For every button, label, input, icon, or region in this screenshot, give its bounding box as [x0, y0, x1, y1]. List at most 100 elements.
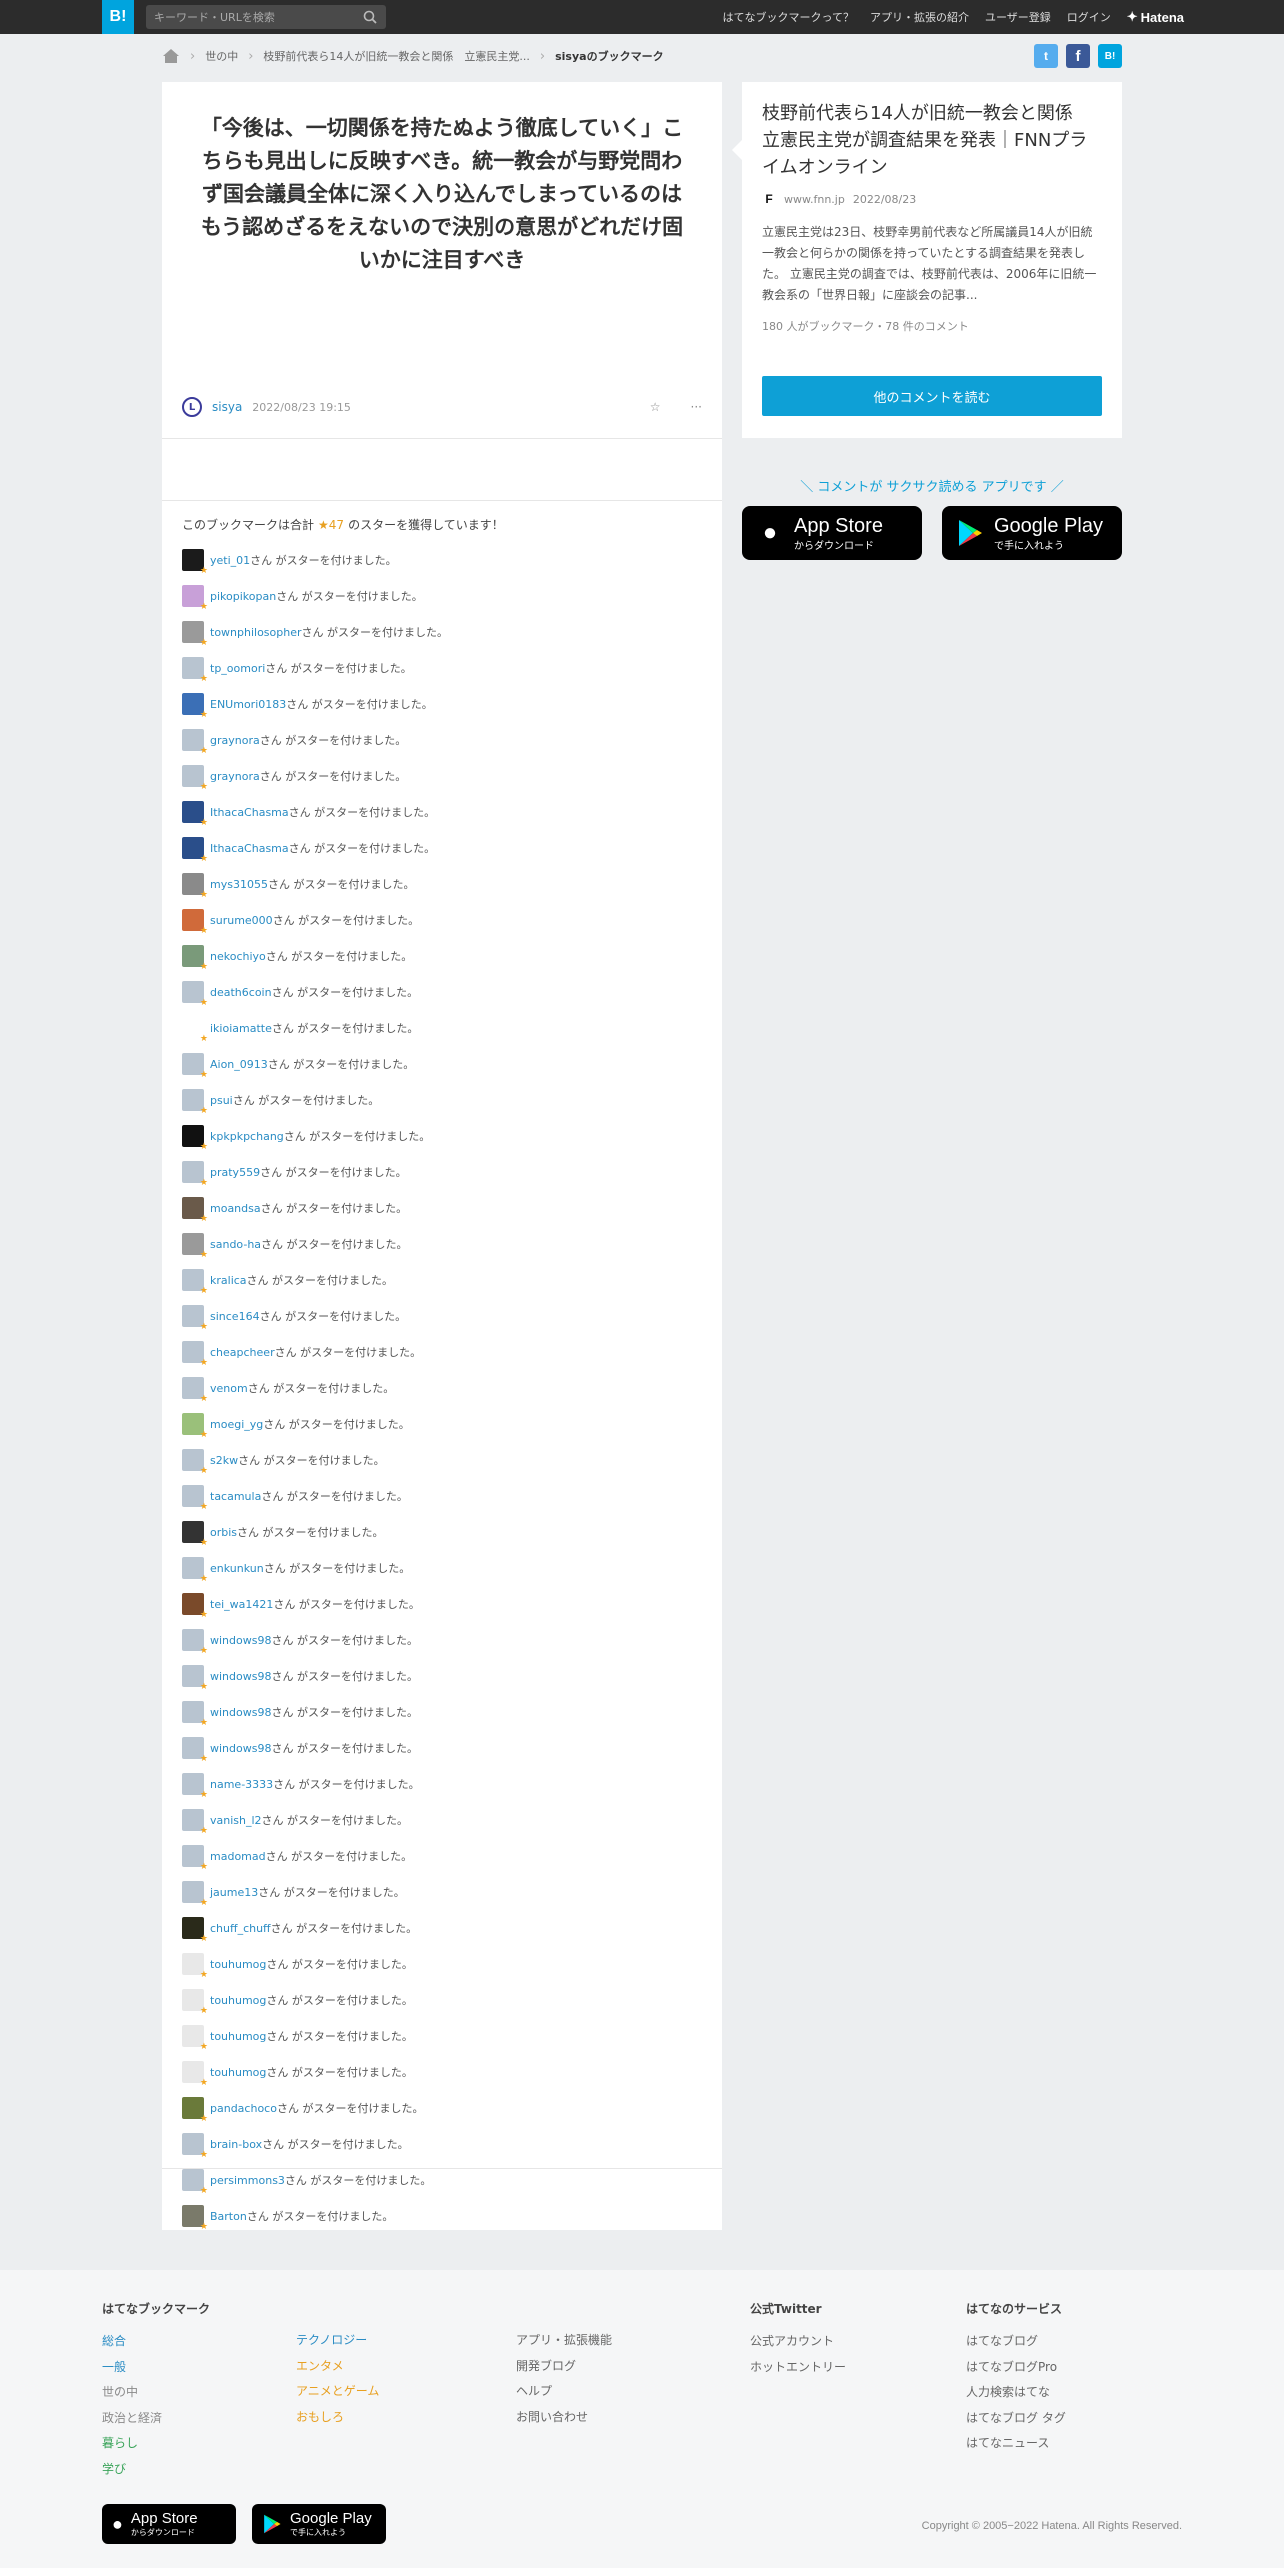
search-box[interactable]	[146, 5, 386, 29]
footer-link[interactable]: ホットエントリー	[750, 2355, 846, 2381]
star-user-link[interactable]: windows98	[210, 1634, 271, 1647]
footer-link[interactable]: アニメとゲーム	[296, 2379, 379, 2405]
star-user-link[interactable]: ikioiamatte	[210, 1022, 272, 1035]
star-user-link[interactable]: touhumog	[210, 2030, 266, 2043]
avatar[interactable]	[182, 1557, 208, 1584]
footer-link[interactable]: ヘルプ	[516, 2379, 612, 2405]
app-store-button[interactable]: ● App Store からダウンロード	[742, 506, 922, 560]
avatar[interactable]	[182, 1953, 208, 1980]
star-user-link[interactable]: surume000	[210, 914, 273, 927]
star-user-link[interactable]: ENUmori0183	[210, 698, 286, 711]
avatar[interactable]	[182, 2133, 208, 2160]
star-user-link[interactable]: orbis	[210, 1526, 237, 1539]
star-user-link[interactable]: graynora	[210, 770, 260, 783]
search-icon[interactable]	[362, 9, 378, 25]
footer-link[interactable]: 暮らし	[102, 2431, 210, 2457]
star-user-link[interactable]: tp_oomori	[210, 662, 265, 675]
star-user-link[interactable]: pandachoco	[210, 2102, 277, 2115]
avatar[interactable]	[182, 1737, 208, 1764]
avatar[interactable]	[182, 657, 208, 684]
star-user-link[interactable]: brain-box	[210, 2138, 262, 2151]
star-user-link[interactable]: death6coin	[210, 986, 272, 999]
star-user-link[interactable]: psui	[210, 1094, 233, 1107]
footer-link[interactable]: 公式アカウント	[750, 2329, 846, 2355]
avatar[interactable]	[182, 1341, 208, 1368]
star-user-link[interactable]: since164	[210, 1310, 260, 1323]
footer-app-store-button[interactable]: ● App Store からダウンロード	[102, 2504, 236, 2544]
avatar[interactable]	[182, 837, 208, 864]
footer-link[interactable]: 学び	[102, 2457, 210, 2483]
avatar[interactable]	[182, 2097, 208, 2124]
avatar[interactable]	[182, 1989, 208, 2016]
star-user-link[interactable]: mys31055	[210, 878, 268, 891]
search-input[interactable]	[154, 10, 362, 24]
star-user-link[interactable]: name-3333	[210, 1778, 273, 1791]
avatar[interactable]	[182, 1845, 208, 1872]
footer-link[interactable]: 総合	[102, 2329, 210, 2355]
star-user-link[interactable]: Barton	[210, 2210, 247, 2223]
star-user-link[interactable]: yeti_01	[210, 554, 250, 567]
breadcrumb-entry[interactable]: 枝野前代表ら14人が旧統一教会と関係 立憲民主党...	[263, 48, 530, 64]
footer-google-play-button[interactable]: Google Play で手に入れよう	[252, 2504, 386, 2544]
footer-link[interactable]: 世の中	[102, 2380, 210, 2406]
avatar[interactable]	[182, 2061, 208, 2088]
footer-link[interactable]: 開発ブログ	[516, 2354, 612, 2380]
avatar[interactable]	[182, 1881, 208, 1908]
avatar[interactable]	[182, 909, 208, 936]
star-user-link[interactable]: enkunkun	[210, 1562, 264, 1575]
bookmark-user[interactable]: sisya	[212, 400, 242, 414]
star-user-link[interactable]: IthacaChasma	[210, 842, 289, 855]
avatar[interactable]	[182, 693, 208, 720]
avatar[interactable]	[182, 621, 208, 648]
avatar[interactable]	[182, 1593, 208, 1620]
avatar[interactable]	[182, 585, 208, 612]
star-user-link[interactable]: windows98	[210, 1706, 271, 1719]
nav-login[interactable]: ログイン	[1067, 9, 1111, 25]
avatar[interactable]	[182, 1701, 208, 1728]
entry-stats[interactable]: 180 人がブックマーク・78 件のコメント	[762, 318, 969, 334]
avatar[interactable]	[182, 981, 208, 1008]
twitter-share-icon[interactable]: t	[1034, 44, 1058, 68]
avatar[interactable]	[182, 2169, 208, 2196]
avatar[interactable]	[182, 801, 208, 828]
star-user-link[interactable]: touhumog	[210, 1994, 266, 2007]
read-more-comments-button[interactable]: 他のコメントを読む	[762, 376, 1102, 416]
star-user-link[interactable]: chuff_chuff	[210, 1922, 271, 1935]
home-icon[interactable]	[162, 48, 180, 64]
star-user-link[interactable]: Aion_0913	[210, 1058, 268, 1071]
avatar[interactable]	[182, 1161, 208, 1188]
star-user-link[interactable]: jaume13	[210, 1886, 258, 1899]
star-user-link[interactable]: windows98	[210, 1742, 271, 1755]
avatar[interactable]	[182, 1449, 208, 1476]
entry-title[interactable]: 枝野前代表ら14人が旧統一教会と関係 立憲民主党が調査結果を発表｜FNNプライム…	[742, 82, 1122, 181]
bookmark-date[interactable]: 2022/08/23 19:15	[252, 401, 351, 414]
footer-link[interactable]: はてなブログ タグ	[966, 2406, 1066, 2432]
star-user-link[interactable]: moegi_yg	[210, 1418, 263, 1431]
star-user-link[interactable]: windows98	[210, 1670, 271, 1683]
star-user-link[interactable]: sando-ha	[210, 1238, 261, 1251]
star-user-link[interactable]: praty559	[210, 1166, 260, 1179]
avatar[interactable]	[182, 1269, 208, 1296]
star-user-link[interactable]: nekochiyo	[210, 950, 266, 963]
footer-link[interactable]: お問い合わせ	[516, 2405, 612, 2431]
footer-link[interactable]: 政治と経済	[102, 2406, 210, 2432]
avatar[interactable]	[182, 729, 208, 756]
avatar[interactable]	[182, 549, 208, 576]
avatar[interactable]	[182, 2025, 208, 2052]
avatar[interactable]	[182, 1017, 208, 1044]
entry-domain[interactable]: www.fnn.jp	[784, 193, 845, 206]
avatar[interactable]	[182, 1197, 208, 1224]
star-user-link[interactable]: kpkpkpchang	[210, 1130, 284, 1143]
star-user-link[interactable]: moandsa	[210, 1202, 261, 1215]
avatar[interactable]	[182, 1917, 208, 1944]
avatar[interactable]	[182, 1773, 208, 1800]
star-user-link[interactable]: touhumog	[210, 2066, 266, 2079]
star-user-link[interactable]: tacamula	[210, 1490, 261, 1503]
avatar[interactable]: L	[182, 397, 202, 417]
footer-link[interactable]: はてなブログPro	[966, 2355, 1066, 2381]
google-play-button[interactable]: Google Play で手に入れよう	[942, 506, 1122, 560]
star-user-link[interactable]: cheapcheer	[210, 1346, 275, 1359]
avatar[interactable]	[182, 2205, 208, 2232]
avatar[interactable]	[182, 1377, 208, 1404]
star-user-link[interactable]: IthacaChasma	[210, 806, 289, 819]
